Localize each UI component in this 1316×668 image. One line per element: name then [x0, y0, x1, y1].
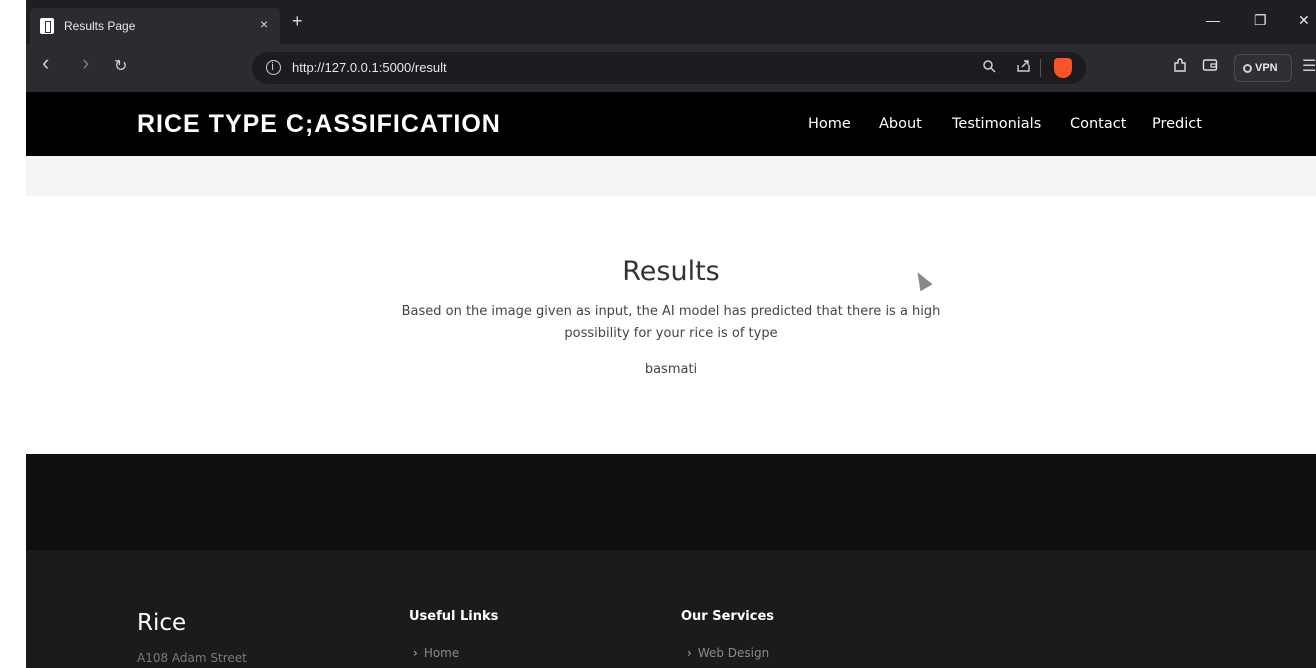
brave-shield-icon[interactable]: [1054, 58, 1072, 78]
extensions-icon[interactable]: [1172, 58, 1188, 78]
site-logo[interactable]: RICE TYPE C;ASSIFICATION: [137, 110, 501, 139]
breadcrumb-band: [26, 156, 1316, 196]
wallet-icon[interactable]: [1202, 58, 1218, 76]
results-description: Based on the image given as input, the A…: [401, 304, 941, 341]
vpn-label: VPN: [1255, 62, 1278, 74]
minimize-icon[interactable]: —: [1206, 12, 1220, 28]
site-info-icon[interactable]: [266, 60, 281, 75]
nav-about[interactable]: About: [879, 116, 922, 132]
favicon-icon: [40, 18, 54, 34]
site-header: RICE TYPE C;ASSIFICATION Home About Test…: [26, 92, 1316, 156]
address-bar[interactable]: http://127.0.0.1:5000/result: [252, 52, 1086, 84]
back-icon[interactable]: ‹: [42, 52, 49, 74]
url-text[interactable]: http://127.0.0.1:5000/result: [292, 60, 447, 75]
nav-testimonials[interactable]: Testimonials: [952, 116, 1041, 132]
chevron-right-icon: ›: [413, 646, 418, 660]
share-icon[interactable]: [1016, 59, 1032, 76]
close-window-icon[interactable]: ✕: [1298, 12, 1310, 29]
results-title: Results: [622, 256, 720, 287]
nav-home[interactable]: Home: [808, 116, 851, 132]
footer-service-label: Web Design: [697, 646, 770, 660]
results-section: Results Based on the image given as inpu…: [26, 196, 1316, 454]
dark-band: [26, 454, 1316, 550]
footer-address: A108 Adam Street: [137, 651, 247, 665]
browser-window: Results Page × + — ❐ ✕ ‹ › ↻ http://127.…: [26, 0, 1316, 668]
left-margin: [0, 0, 26, 668]
useful-links-heading: Useful Links: [409, 609, 499, 624]
vpn-button[interactable]: VPN: [1234, 54, 1292, 82]
zoom-icon[interactable]: [982, 59, 996, 76]
nav-predict[interactable]: Predict: [1152, 116, 1202, 132]
footer-link-label: Home: [423, 646, 460, 660]
menu-icon[interactable]: ☰: [1302, 56, 1316, 76]
forward-icon[interactable]: ›: [82, 52, 89, 74]
footer-service-web-design[interactable]: › Web Design: [687, 646, 769, 660]
tab-close-icon[interactable]: ×: [260, 16, 268, 32]
tab-bar: Results Page × + — ❐ ✕: [26, 0, 1316, 44]
browser-toolbar: ‹ › ↻ http://127.0.0.1:5000/result VPN ☰: [26, 44, 1316, 92]
new-tab-button[interactable]: +: [292, 12, 303, 30]
toolbar-divider: [1040, 59, 1041, 77]
services-heading: Our Services: [681, 609, 775, 624]
chevron-right-icon: ›: [687, 646, 692, 660]
restore-icon[interactable]: ❐: [1254, 12, 1267, 29]
tab-results-page[interactable]: Results Page ×: [30, 8, 280, 44]
tab-title: Results Page: [64, 19, 136, 33]
reload-icon[interactable]: ↻: [114, 58, 127, 76]
site-footer: Rice A108 Adam Street Useful Links › Home…: [26, 550, 1316, 668]
prediction-value: basmati: [644, 362, 698, 377]
footer-brand: Rice: [137, 610, 187, 636]
vpn-status-icon: [1243, 64, 1252, 73]
nav-contact[interactable]: Contact: [1070, 116, 1126, 132]
footer-link-home[interactable]: › Home: [413, 646, 459, 660]
